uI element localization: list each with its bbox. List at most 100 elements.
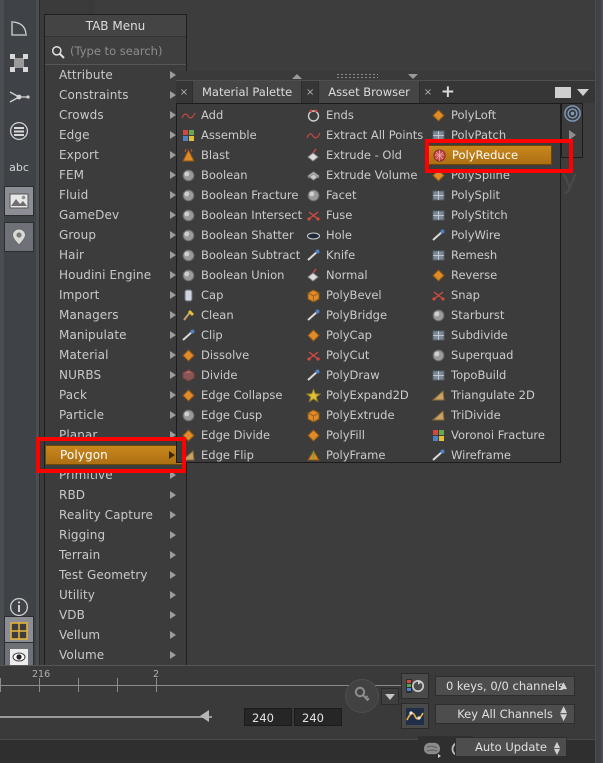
- drop-pin-icon[interactable]: [4, 222, 34, 252]
- submenu-item-polybevel[interactable]: PolyBevel: [302, 285, 427, 305]
- tab-menu-item-test-geometry[interactable]: Test Geometry: [45, 565, 186, 585]
- submenu-item-facet[interactable]: Facet: [302, 185, 427, 205]
- set-key-button[interactable]: [345, 679, 379, 713]
- submenu-item-boolean-fracture[interactable]: Boolean Fracture: [177, 185, 302, 205]
- tab-menu-item-nurbs[interactable]: NURBS: [45, 365, 186, 385]
- curve-tool-icon[interactable]: [4, 14, 34, 44]
- cook-button[interactable]: [418, 736, 446, 762]
- submenu-item-polyreduce[interactable]: PolyReduce: [427, 145, 552, 165]
- submenu-item-divide[interactable]: Divide: [177, 365, 302, 385]
- submenu-item-clip[interactable]: Clip: [177, 325, 302, 345]
- submenu-item-starburst[interactable]: Starburst: [427, 305, 552, 325]
- search-input[interactable]: (Type to search): [70, 44, 162, 58]
- keys-status-field[interactable]: 0 keys, 0/0 channels ▲: [435, 676, 575, 696]
- pane-options-gear-icon[interactable]: [563, 104, 582, 123]
- submenu-item-snap[interactable]: Snap: [427, 285, 552, 305]
- submenu-item-polywire[interactable]: PolyWire: [427, 225, 552, 245]
- text-abc-icon[interactable]: abc: [4, 152, 34, 182]
- image-plane-icon[interactable]: [4, 186, 34, 216]
- submenu-item-polyspline[interactable]: PolySpline: [427, 165, 552, 185]
- submenu-item-edge-collapse[interactable]: Edge Collapse: [177, 385, 302, 405]
- submenu-item-clean[interactable]: Clean: [177, 305, 302, 325]
- transform-handles-icon[interactable]: [4, 48, 34, 78]
- range-end-field[interactable]: 240: [294, 708, 342, 726]
- submenu-item-boolean[interactable]: Boolean: [177, 165, 302, 185]
- tab-menu-item-group[interactable]: Group: [45, 225, 186, 245]
- tab-menu-item-gamedev[interactable]: GameDev: [45, 205, 186, 225]
- submenu-item-topobuild[interactable]: TopoBuild: [427, 365, 552, 385]
- submenu-item-boolean-intersect[interactable]: Boolean Intersect: [177, 205, 302, 225]
- submenu-item-wireframe[interactable]: Wireframe: [427, 445, 552, 465]
- tab-menu-item-attribute[interactable]: Attribute: [45, 65, 186, 85]
- tab-menu-item-volume[interactable]: Volume: [45, 645, 186, 665]
- tab-menu-item-reality-capture[interactable]: Reality Capture: [45, 505, 186, 525]
- submenu-item-fuse[interactable]: Fuse: [302, 205, 427, 225]
- tab-menu-item-planar[interactable]: Planar: [45, 425, 186, 445]
- tab-menu-item-pack[interactable]: Pack: [45, 385, 186, 405]
- tab-menu-item-edge[interactable]: Edge: [45, 125, 186, 145]
- submenu-item-polyloft[interactable]: PolyLoft: [427, 105, 552, 125]
- tab-menu-item-export[interactable]: Export: [45, 145, 186, 165]
- pane-up-arrow-icon[interactable]: [292, 74, 302, 79]
- maximize-icon[interactable]: [555, 87, 571, 98]
- submenu-item-dissolve[interactable]: Dissolve: [177, 345, 302, 365]
- channel-list-button[interactable]: [401, 673, 429, 699]
- tab-menu-item-hair[interactable]: Hair: [45, 245, 186, 265]
- tab-menu-item-rigging[interactable]: Rigging: [45, 525, 186, 545]
- tab-menu-item-houdini-engine[interactable]: Houdini Engine: [45, 265, 186, 285]
- submenu-item-ends[interactable]: Ends: [302, 105, 427, 125]
- close-icon-3[interactable]: ×: [420, 81, 436, 103]
- submenu-item-polyexpand2d[interactable]: PolyExpand2D: [302, 385, 427, 405]
- submenu-item-boolean-shatter[interactable]: Boolean Shatter: [177, 225, 302, 245]
- submenu-item-polypatch[interactable]: PolyPatch: [427, 125, 552, 145]
- submenu-item-triangulate-2d[interactable]: Triangulate 2D: [427, 385, 552, 405]
- submenu-item-subdivide[interactable]: Subdivide: [427, 325, 552, 345]
- tab-menu-item-primitive[interactable]: Primitive: [45, 465, 186, 485]
- tab-menu-item-import[interactable]: Import: [45, 285, 186, 305]
- chevron-down-icon[interactable]: [577, 89, 589, 96]
- pane-tab-material-palette[interactable]: Material Palette: [192, 81, 302, 103]
- close-icon[interactable]: ×: [176, 81, 192, 103]
- pane-down-arrow-icon[interactable]: [408, 74, 418, 79]
- submenu-item-edge-flip[interactable]: Edge Flip: [177, 445, 302, 465]
- submenu-item-extract-all-points[interactable]: Extract All Points: [302, 125, 427, 145]
- submenu-item-polycut[interactable]: PolyCut: [302, 345, 427, 365]
- tab-menu-item-terrain[interactable]: Terrain: [45, 545, 186, 565]
- tab-menu-item-managers[interactable]: Managers: [45, 305, 186, 325]
- tab-menu-item-crowds[interactable]: Crowds: [45, 105, 186, 125]
- tab-menu-item-manipulate[interactable]: Manipulate: [45, 325, 186, 345]
- timeline-ruler[interactable]: 216 2: [0, 666, 404, 728]
- submenu-item-voronoi-fracture[interactable]: Voronoi Fracture: [427, 425, 552, 445]
- submenu-item-polystitch[interactable]: PolyStitch: [427, 205, 552, 225]
- range-start-field[interactable]: 240: [244, 708, 292, 726]
- submenu-item-tridivide[interactable]: TriDivide: [427, 405, 552, 425]
- tab-menu-item-polygon[interactable]: Polygon: [45, 445, 186, 465]
- submenu-item-hole[interactable]: Hole: [302, 225, 427, 245]
- tab-menu-item-vdb[interactable]: VDB: [45, 605, 186, 625]
- layers-icon[interactable]: [4, 116, 34, 146]
- tab-menu-item-fem[interactable]: FEM: [45, 165, 186, 185]
- submenu-item-polybridge[interactable]: PolyBridge: [302, 305, 427, 325]
- submenu-item-polydraw[interactable]: PolyDraw: [302, 365, 427, 385]
- submenu-item-polysplit[interactable]: PolySplit: [427, 185, 552, 205]
- tab-menu-item-rbd[interactable]: RBD: [45, 485, 186, 505]
- submenu-item-polyfill[interactable]: PolyFill: [302, 425, 427, 445]
- add-tab-button[interactable]: +: [436, 81, 460, 103]
- submenu-item-superquad[interactable]: Superquad: [427, 345, 552, 365]
- submenu-item-boolean-subtract[interactable]: Boolean Subtract: [177, 245, 302, 265]
- submenu-item-knife[interactable]: Knife: [302, 245, 427, 265]
- submenu-item-extrude-volume[interactable]: Extrude Volume: [302, 165, 427, 185]
- submenu-item-polyextrude[interactable]: PolyExtrude: [302, 405, 427, 425]
- submenu-item-edge-cusp[interactable]: Edge Cusp: [177, 405, 302, 425]
- tab-menu-item-vellum[interactable]: Vellum: [45, 625, 186, 645]
- timeline-slider-handle[interactable]: [200, 710, 209, 722]
- tab-menu-search-row[interactable]: (Type to search): [45, 37, 186, 65]
- key-options-dropdown[interactable]: [381, 688, 399, 705]
- submenu-item-boolean-union[interactable]: Boolean Union: [177, 265, 302, 285]
- submenu-item-remesh[interactable]: Remesh: [427, 245, 552, 265]
- close-icon-2[interactable]: ×: [302, 81, 318, 103]
- pivot-icon[interactable]: [4, 82, 34, 112]
- submenu-item-assemble[interactable]: Assemble: [177, 125, 302, 145]
- tab-menu-item-particle[interactable]: Particle: [45, 405, 186, 425]
- tab-menu-item-material[interactable]: Material: [45, 345, 186, 365]
